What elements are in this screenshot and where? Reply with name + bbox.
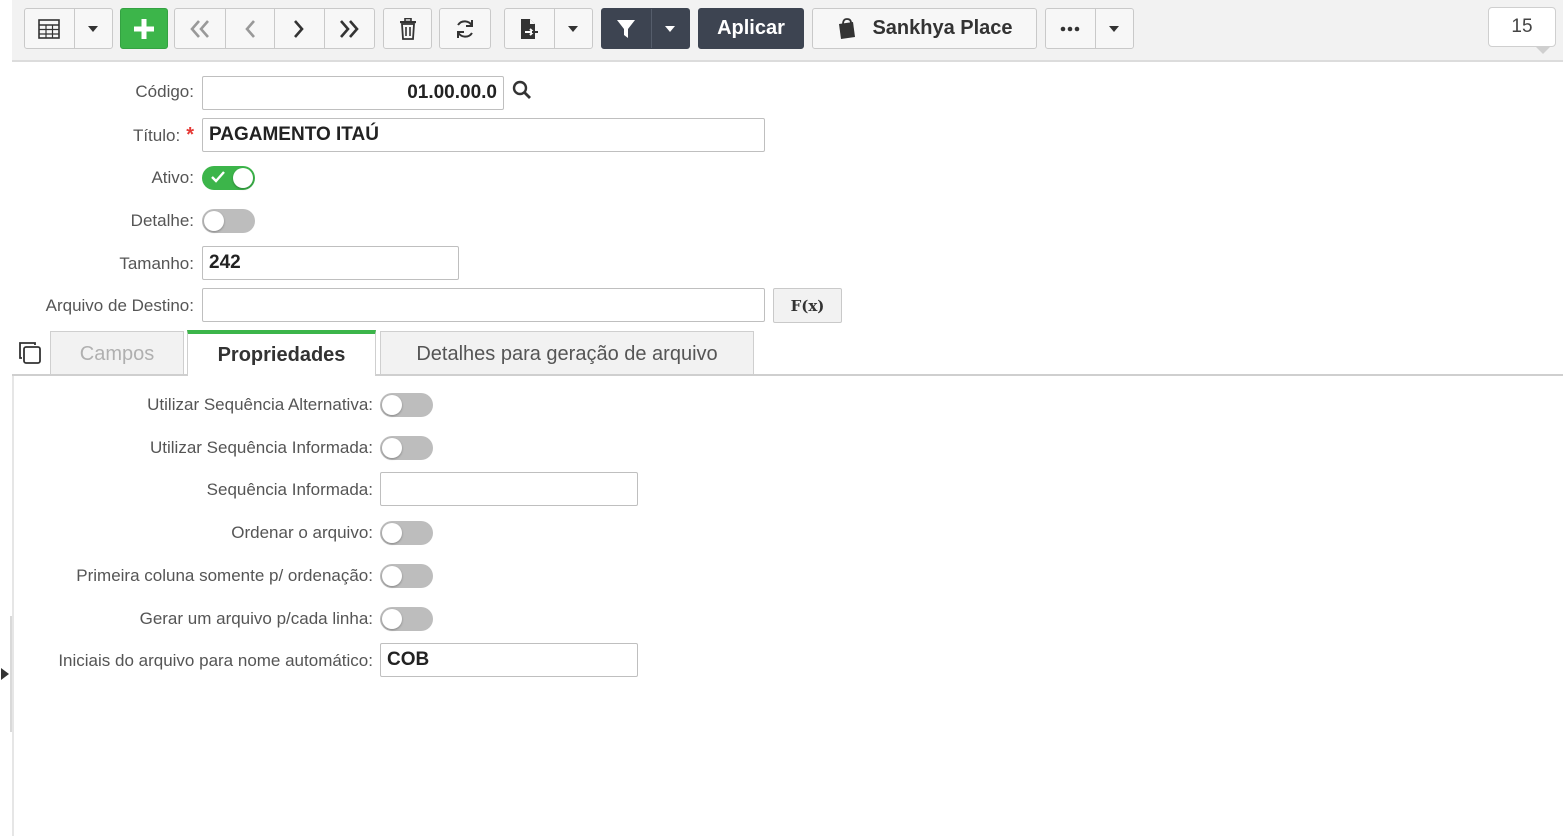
next-icon — [294, 19, 304, 38]
tab-propriedades[interactable]: Propriedades — [187, 330, 376, 376]
iniciais-field[interactable]: COB — [380, 643, 638, 677]
trash-icon — [399, 17, 416, 40]
tamanho-label: Tamanho: — [119, 254, 194, 273]
chevron-down-icon[interactable] — [1094, 9, 1133, 48]
check-icon — [211, 171, 225, 183]
prev-record-button[interactable] — [224, 9, 275, 48]
bag-icon — [839, 17, 856, 39]
grid-view-button-group — [24, 8, 113, 49]
seq-informada-label: Utilizar Sequência Informada: — [149, 438, 373, 457]
toggle-knob — [382, 438, 402, 458]
next-record-button[interactable] — [274, 9, 324, 48]
sankhya-place-label: Sankhya Place — [872, 17, 1013, 39]
arquivo-destino-label: Arquivo de Destino: — [45, 296, 194, 315]
tab-detalhes-geracao[interactable]: Detalhes para geração de arquivo — [380, 331, 754, 376]
apply-button[interactable]: Aplicar — [698, 8, 804, 49]
copy-icon[interactable] — [18, 341, 42, 370]
iniciais-label: Iniciais do arquivo para nome automático… — [58, 651, 373, 670]
toggle-knob — [233, 168, 253, 188]
export-button-group — [504, 8, 593, 49]
ativo-toggle[interactable] — [202, 166, 255, 190]
codigo-label: Código: — [135, 82, 194, 101]
first-record-button[interactable] — [175, 9, 225, 48]
more-icon[interactable] — [1046, 9, 1095, 48]
codigo-field[interactable]: 01.00.00.0 — [202, 76, 504, 110]
table-icon[interactable] — [25, 9, 74, 48]
ativo-label: Ativo: — [151, 168, 194, 187]
titulo-label: Título: — [132, 126, 181, 145]
titulo-label-wrap: Título: * — [40, 124, 194, 147]
required-marker: * — [186, 124, 194, 146]
ordenar-toggle[interactable] — [380, 521, 433, 545]
formula-button[interactable]: F(x) — [773, 288, 842, 323]
search-icon[interactable] — [512, 80, 532, 105]
chevron-down-icon[interactable] — [650, 9, 689, 48]
navigation-button-group — [174, 8, 375, 49]
ordenar-label: Ordenar o arquivo: — [231, 523, 373, 542]
add-button[interactable] — [120, 8, 168, 49]
delete-button[interactable] — [383, 8, 432, 49]
detalhe-toggle[interactable] — [202, 209, 255, 233]
seq-alternativa-toggle[interactable] — [380, 393, 433, 417]
toggle-knob — [382, 566, 402, 586]
gerar-arquivo-toggle[interactable] — [380, 607, 433, 631]
more-button-group — [1045, 8, 1134, 49]
toolbar: Aplicar Sankhya Place 15 — [12, 0, 1563, 62]
record-count-badge: 15 — [1488, 7, 1556, 54]
sankhya-place-button[interactable]: Sankhya Place — [812, 8, 1037, 49]
toggle-knob — [382, 523, 402, 543]
toggle-knob — [382, 395, 402, 415]
toggle-knob — [382, 609, 402, 629]
toggle-knob — [204, 211, 224, 231]
refresh-icon — [457, 19, 473, 38]
sequencia-label: Sequência Informada: — [206, 480, 373, 499]
filter-icon[interactable] — [602, 9, 651, 48]
chevron-down-icon[interactable] — [553, 9, 592, 48]
chevron-down-icon[interactable] — [73, 9, 112, 48]
seq-alternativa-label: Utilizar Sequência Alternativa: — [147, 395, 373, 414]
gerar-arquivo-label: Gerar um arquivo p/cada linha: — [139, 609, 373, 628]
primeira-coluna-toggle[interactable] — [380, 564, 433, 588]
expand-arrow-icon[interactable] — [1, 668, 9, 680]
arquivo-destino-field[interactable] — [202, 288, 765, 322]
last-icon — [340, 19, 359, 38]
sequencia-field[interactable] — [380, 472, 638, 506]
last-record-button[interactable] — [323, 9, 375, 48]
tab-campos[interactable]: Campos — [50, 331, 184, 376]
titulo-field[interactable]: PAGAMENTO ITAÚ — [202, 118, 765, 152]
primeira-coluna-label: Primeira coluna somente p/ ordenação: — [76, 566, 373, 585]
left-rail — [12, 376, 14, 836]
detalhe-label: Detalhe: — [130, 211, 194, 230]
first-icon — [190, 19, 209, 38]
record-form-page: Aplicar Sankhya Place 15 Código: 01.00.0… — [0, 0, 1563, 836]
filter-button-group — [601, 8, 690, 49]
export-icon[interactable] — [505, 9, 554, 48]
tamanho-field[interactable]: 242 — [202, 246, 459, 280]
seq-informada-toggle[interactable] — [380, 436, 433, 460]
plus-icon — [134, 18, 154, 39]
prev-icon — [245, 19, 255, 38]
refresh-button[interactable] — [439, 8, 491, 49]
